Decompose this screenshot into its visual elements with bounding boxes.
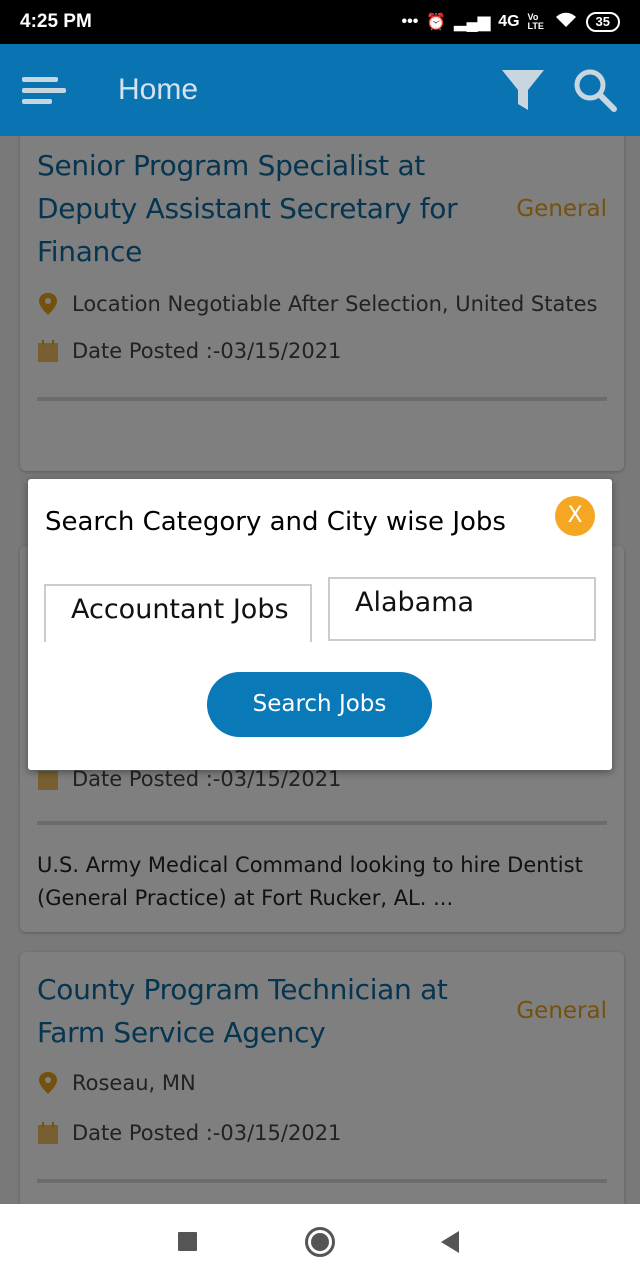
app-bar: Home bbox=[0, 44, 640, 136]
volte-icon: Vo LTE bbox=[527, 12, 544, 31]
page-title: Home bbox=[118, 73, 199, 106]
filter-icon[interactable] bbox=[500, 66, 546, 114]
battery-icon: 35 bbox=[585, 12, 620, 32]
dialog-title: Search Category and City wise Jobs bbox=[45, 507, 506, 537]
recents-button-icon[interactable] bbox=[178, 1232, 197, 1251]
system-nav-bar bbox=[0, 1204, 640, 1280]
search-jobs-button[interactable]: Search Jobs bbox=[207, 672, 432, 737]
status-bar: 4:25 PM ••• ⏰ ▂▄▆ 4G Vo LTE 35 bbox=[0, 0, 640, 44]
search-icon[interactable] bbox=[572, 67, 618, 113]
close-button[interactable]: X bbox=[555, 496, 595, 536]
city-select[interactable]: Alabama bbox=[328, 577, 596, 641]
alarm-icon: ⏰ bbox=[426, 14, 447, 31]
network-type: 4G bbox=[498, 13, 520, 30]
category-select[interactable]: Accountant Jobs bbox=[44, 584, 312, 642]
more-notifications-icon: ••• bbox=[401, 13, 419, 30]
search-dialog: Search Category and City wise Jobs X Acc… bbox=[28, 479, 612, 770]
hamburger-menu-icon[interactable] bbox=[22, 75, 66, 105]
wifi-icon bbox=[554, 11, 578, 34]
status-icons: ••• ⏰ ▂▄▆ 4G Vo LTE 35 bbox=[401, 11, 620, 34]
home-button-icon[interactable] bbox=[305, 1227, 335, 1257]
signal-icon: ▂▄▆ bbox=[454, 14, 491, 31]
status-time: 4:25 PM bbox=[20, 11, 92, 32]
back-button-icon[interactable] bbox=[441, 1231, 459, 1253]
